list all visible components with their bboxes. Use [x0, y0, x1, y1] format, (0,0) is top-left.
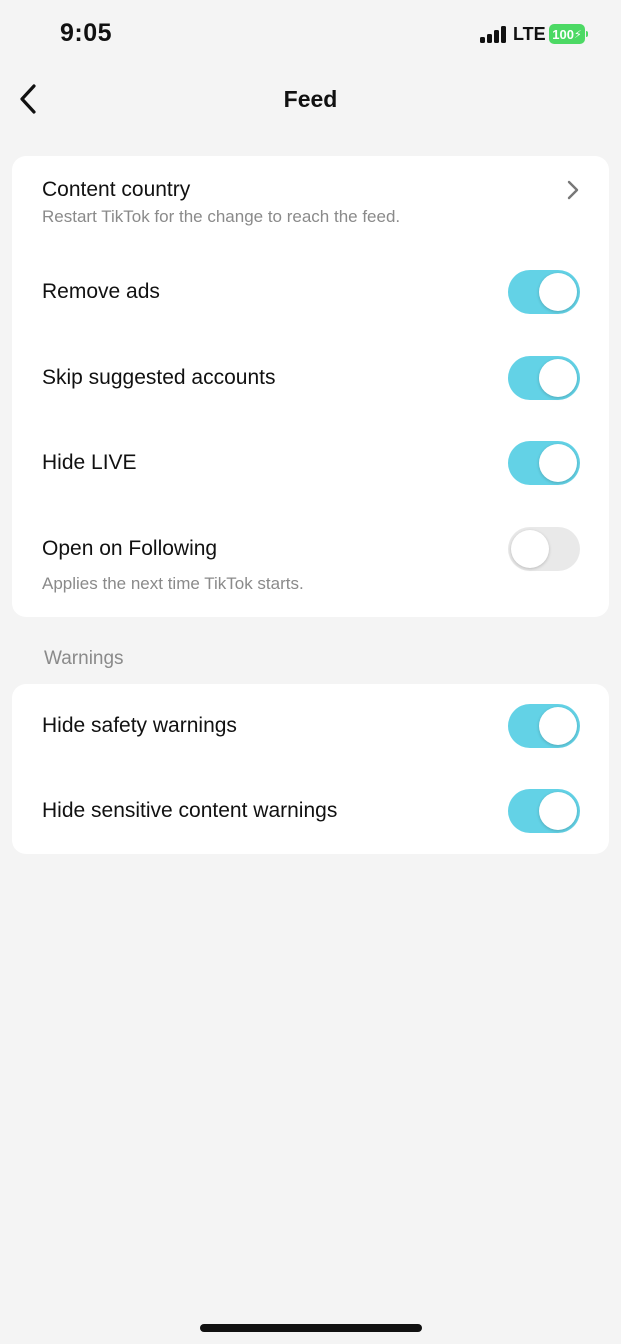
signal-icon: [480, 26, 506, 43]
status-time: 9:05: [60, 19, 113, 47]
content-country-label: Content country: [42, 178, 191, 201]
network-type: LTE: [513, 24, 546, 44]
hide-live-row: Hide LIVE: [12, 421, 609, 507]
navigation-bar: Feed: [0, 70, 621, 130]
feed-settings-card: Content country Restart TikTok for the c…: [12, 156, 609, 617]
warnings-section-header: Warnings: [44, 648, 124, 669]
hide-safety-row: Hide safety warnings: [12, 684, 609, 769]
skip-suggested-label: Skip suggested accounts: [42, 366, 276, 389]
hide-live-toggle[interactable]: [508, 441, 580, 485]
content-country-sublabel: Restart TikTok for the change to reach t…: [42, 207, 401, 226]
hide-safety-label: Hide safety warnings: [42, 714, 237, 737]
open-following-sublabel: Applies the next time TikTok starts.: [42, 574, 304, 593]
open-following-label: Open on Following: [42, 537, 218, 560]
content-country-row[interactable]: Content country Restart TikTok for the c…: [12, 156, 609, 246]
status-bar: 9:05 LTE 100 ⚡: [0, 0, 621, 70]
home-indicator: [200, 1324, 422, 1332]
battery-level: 100: [552, 26, 574, 42]
chevron-right-icon: [567, 180, 579, 200]
hide-sensitive-toggle[interactable]: [508, 789, 580, 833]
skip-suggested-toggle[interactable]: [508, 356, 580, 400]
skip-suggested-row: Skip suggested accounts: [12, 336, 609, 422]
hide-sensitive-label: Hide sensitive content warnings: [42, 799, 338, 822]
hide-sensitive-row: Hide sensitive content warnings: [12, 769, 609, 854]
remove-ads-row: Remove ads: [12, 250, 609, 336]
page-title: Feed: [283, 86, 338, 112]
feed-settings-screen: 9:05 LTE 100 ⚡ Feed Content country Resta…: [0, 0, 621, 1344]
open-following-row: Open on Following Applies the next time …: [12, 507, 609, 617]
remove-ads-label: Remove ads: [42, 280, 160, 303]
warnings-card: Hide safety warnings Hide sensitive cont…: [12, 684, 609, 854]
remove-ads-toggle[interactable]: [508, 270, 580, 314]
open-following-toggle[interactable]: [508, 527, 580, 571]
hide-safety-toggle[interactable]: [508, 704, 580, 748]
battery-icon: 100 ⚡: [549, 24, 588, 44]
hide-live-label: Hide LIVE: [42, 451, 137, 474]
